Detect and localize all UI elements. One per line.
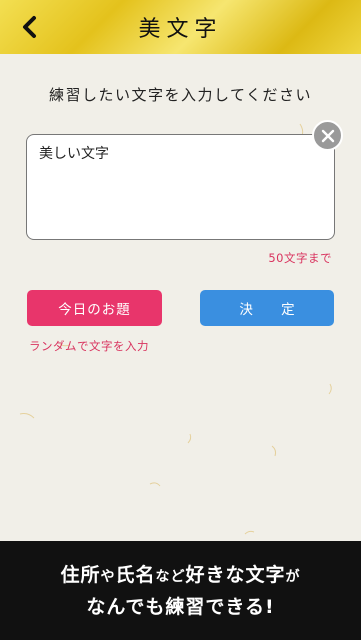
char-limit-note: 50文字まで bbox=[268, 251, 332, 265]
decide-button[interactable]: 決 定 bbox=[200, 290, 334, 326]
clear-input-button[interactable] bbox=[312, 120, 343, 151]
practice-text-input[interactable]: 美しい文字 bbox=[26, 134, 335, 240]
promo-line-1: 住所や氏名など好きな文字が bbox=[0, 560, 361, 592]
back-button[interactable] bbox=[14, 12, 44, 42]
promo-text: など bbox=[155, 568, 186, 585]
input-prompt: 練習したい文字を入力してください bbox=[48, 86, 313, 104]
promo-text: や bbox=[100, 568, 116, 585]
page-title: 美文字 bbox=[138, 17, 223, 42]
close-icon bbox=[321, 129, 334, 142]
promo-text: が bbox=[285, 568, 301, 585]
random-input-note: ランダムで文字を入力 bbox=[29, 339, 149, 353]
app-header: 美文字 bbox=[0, 0, 361, 54]
promo-text: 住所 bbox=[60, 563, 101, 586]
promo-text: 氏名 bbox=[115, 563, 156, 586]
promo-text: 好きな文字 bbox=[185, 563, 286, 586]
chevron-left-icon bbox=[23, 16, 36, 38]
promo-line-2: なんでも練習できる! bbox=[86, 595, 275, 618]
today-topic-button[interactable]: 今日のお題 bbox=[27, 290, 162, 326]
promo-banner: 住所や氏名など好きな文字が なんでも練習できる! bbox=[0, 541, 361, 640]
